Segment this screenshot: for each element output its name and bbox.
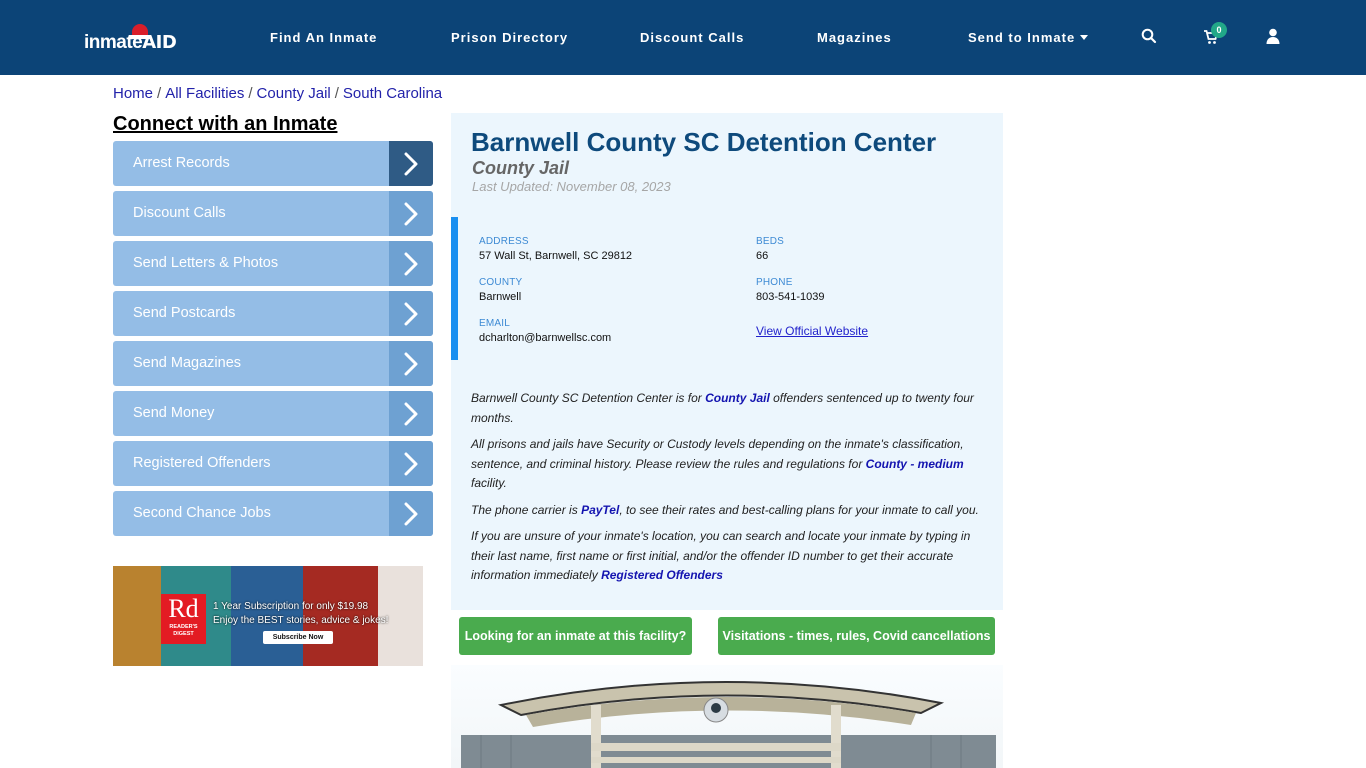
breadcrumb-home[interactable]: Home bbox=[113, 85, 153, 102]
ad-headline: 1 Year Subscription for only $19.98 bbox=[213, 601, 369, 612]
rd-logo-subtext: READER'S DIGEST bbox=[169, 624, 198, 637]
ad-tagline: Enjoy the BEST stories, advice & jokes! bbox=[213, 615, 389, 626]
breadcrumb-south-carolina[interactable]: South Carolina bbox=[343, 85, 442, 102]
email-field: EMAIL dcharlton@barnwellsc.com bbox=[479, 318, 611, 344]
description-paragraph: If you are unsure of your inmate's locat… bbox=[471, 527, 986, 586]
facility-panel: Barnwell County SC Detention Center Coun… bbox=[451, 113, 1003, 610]
sidebar-item-arrest-records[interactable]: Arrest Records bbox=[113, 141, 433, 186]
beds-value: 66 bbox=[756, 250, 769, 262]
sidebar-item-label: Discount Calls bbox=[133, 205, 226, 221]
sidebar-item-label: Send Postcards bbox=[133, 305, 236, 321]
phone-field: PHONE 803-541-1039 bbox=[756, 277, 825, 303]
beds-field: BEDS 66 bbox=[756, 236, 784, 262]
nav-magazines[interactable]: Magazines bbox=[817, 0, 892, 75]
field-label: ADDRESS bbox=[479, 236, 529, 247]
breadcrumb-all-facilities[interactable]: All Facilities bbox=[165, 85, 244, 102]
logo-text-right: AID bbox=[142, 32, 177, 53]
logo-text: inmateAID bbox=[84, 32, 177, 54]
field-label: COUNTY bbox=[479, 277, 523, 288]
sidebar-item-discount-calls[interactable]: Discount Calls bbox=[113, 191, 433, 236]
sidebar-item-label: Arrest Records bbox=[133, 155, 230, 171]
chevron-right-icon bbox=[389, 491, 433, 536]
sidebar-item-send-postcards[interactable]: Send Postcards bbox=[113, 291, 433, 336]
text: Barnwell County SC Detention Center is f… bbox=[471, 391, 706, 405]
nav-send-to-inmate[interactable]: Send to Inmate bbox=[968, 0, 1089, 75]
field-label: EMAIL bbox=[479, 318, 511, 329]
county-field: COUNTY Barnwell bbox=[479, 277, 522, 303]
nav-label: Send to Inmate bbox=[968, 30, 1076, 45]
breadcrumb-separator: / bbox=[248, 85, 253, 102]
readers-digest-ad-banner[interactable]: Rd READER'S DIGEST 1 Year Subscription f… bbox=[113, 566, 423, 666]
registered-offenders-link[interactable]: Registered Offenders bbox=[601, 568, 723, 582]
sidebar-item-label: Send Letters & Photos bbox=[133, 255, 279, 271]
chevron-right-icon bbox=[389, 341, 433, 386]
readers-digest-logo: Rd READER'S DIGEST bbox=[161, 594, 206, 644]
sidebar-menu: Arrest Records Discount Calls Send Lette… bbox=[113, 141, 433, 541]
chevron-right-icon bbox=[389, 141, 433, 186]
caret-down-icon bbox=[1080, 35, 1089, 40]
logo-text-left: inmate bbox=[84, 32, 143, 53]
sidebar-item-second-chance-jobs[interactable]: Second Chance Jobs bbox=[113, 491, 433, 536]
text: , to see their rates and best-calling pl… bbox=[619, 502, 979, 517]
email-value: dcharlton@barnwellsc.com bbox=[479, 332, 612, 344]
nav-label: Discount Calls bbox=[640, 30, 745, 45]
description-paragraph: The phone carrier is PayTel, to see thei… bbox=[471, 501, 986, 521]
sidebar-item-send-letters-photos[interactable]: Send Letters & Photos bbox=[113, 241, 433, 286]
rd-logo-text: Rd bbox=[168, 594, 199, 623]
chevron-right-icon bbox=[389, 391, 433, 436]
address-field: ADDRESS 57 Wall St, Barnwell, SC 29812 bbox=[479, 236, 632, 262]
nav-label: Magazines bbox=[817, 30, 892, 45]
chevron-right-icon bbox=[389, 241, 433, 286]
visitations-button[interactable]: Visitations - times, rules, Covid cancel… bbox=[718, 617, 995, 655]
county-jail-link[interactable]: County Jail bbox=[705, 391, 770, 405]
nav-label: Find An Inmate bbox=[270, 30, 378, 45]
facility-photo bbox=[451, 665, 1003, 768]
breadcrumb-county-jail[interactable]: County Jail bbox=[257, 85, 331, 102]
facility-description: Barnwell County SC Detention Center is f… bbox=[471, 389, 986, 593]
field-label: BEDS bbox=[756, 236, 785, 247]
phone-value: 803-541-1039 bbox=[756, 291, 825, 303]
nav-find-an-inmate[interactable]: Find An Inmate bbox=[270, 0, 377, 75]
view-official-website-link[interactable]: View Official Website bbox=[756, 324, 868, 338]
top-navbar: inmateAID Find An Inmate Prison Director… bbox=[0, 0, 1366, 75]
user-icon[interactable] bbox=[1266, 28, 1280, 49]
field-label: PHONE bbox=[756, 277, 793, 288]
description-paragraph: Barnwell County SC Detention Center is f… bbox=[471, 389, 986, 428]
subscribe-now-button[interactable]: Subscribe Now bbox=[263, 631, 333, 644]
breadcrumb-separator: / bbox=[157, 85, 162, 102]
facility-name: Barnwell County SC Detention Center bbox=[471, 127, 937, 157]
cart-count-badge: 0 bbox=[1211, 22, 1227, 38]
chevron-right-icon bbox=[389, 191, 433, 236]
facility-info-box: ADDRESS 57 Wall St, Barnwell, SC 29812 B… bbox=[451, 217, 1003, 360]
sidebar-title: Connect with an Inmate bbox=[113, 113, 338, 135]
nav-prison-directory[interactable]: Prison Directory bbox=[451, 0, 568, 75]
search-icon[interactable] bbox=[1141, 28, 1157, 49]
facility-type: County Jail bbox=[472, 158, 570, 178]
address-value: 57 Wall St, Barnwell, SC 29812 bbox=[479, 250, 633, 262]
breadcrumb-separator: / bbox=[334, 85, 339, 102]
find-inmate-at-facility-button[interactable]: Looking for an inmate at this facility? bbox=[459, 617, 692, 655]
county-medium-link[interactable]: County - medium bbox=[866, 457, 964, 471]
text: facility. bbox=[471, 476, 507, 490]
sidebar-item-label: Send Magazines bbox=[133, 355, 242, 371]
paytel-link[interactable]: PayTel bbox=[581, 503, 619, 517]
sidebar-item-label: Registered Offenders bbox=[133, 455, 271, 471]
chevron-right-icon bbox=[389, 291, 433, 336]
chevron-right-icon bbox=[389, 441, 433, 486]
county-value: Barnwell bbox=[479, 291, 522, 303]
sidebar-item-registered-offenders[interactable]: Registered Offenders bbox=[113, 441, 433, 486]
sidebar-item-label: Send Money bbox=[133, 405, 215, 421]
breadcrumb: Home / All Facilities / County Jail / South Ca… bbox=[113, 85, 442, 102]
sidebar-item-label: Second Chance Jobs bbox=[133, 505, 271, 521]
sidebar-item-send-magazines[interactable]: Send Magazines bbox=[113, 341, 433, 386]
magazine-cover-image bbox=[113, 566, 161, 666]
text: The phone carrier is bbox=[471, 502, 582, 517]
nav-discount-calls[interactable]: Discount Calls bbox=[640, 0, 744, 75]
website-field: View Official Website bbox=[756, 322, 868, 340]
inmateaid-logo[interactable]: inmateAID bbox=[84, 22, 180, 56]
description-paragraph: All prisons and jails have Security or C… bbox=[471, 435, 986, 494]
last-updated: Last Updated: November 08, 2023 bbox=[472, 179, 671, 194]
nav-label: Prison Directory bbox=[451, 30, 569, 45]
sidebar-item-send-money[interactable]: Send Money bbox=[113, 391, 433, 436]
